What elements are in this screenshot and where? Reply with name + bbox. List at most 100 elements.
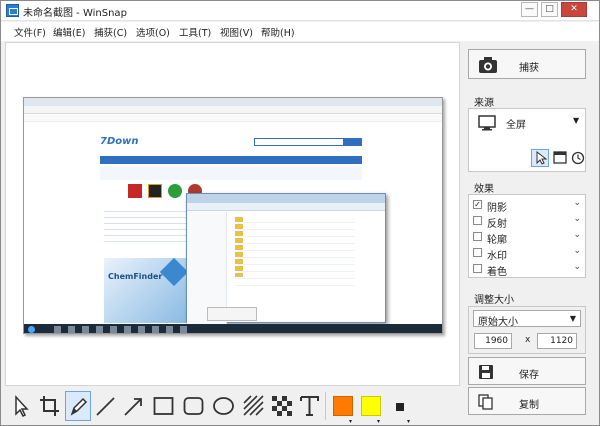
line-color-swatch[interactable]: ▾ xyxy=(359,391,385,425)
width-field[interactable]: 1960 xyxy=(474,333,512,349)
camera-icon xyxy=(479,57,497,73)
resize-title: 调整大小 xyxy=(474,295,514,306)
window-icon xyxy=(553,151,567,164)
menu-view[interactable]: 视图(V) xyxy=(220,25,253,39)
highlight-tool[interactable] xyxy=(241,391,267,421)
minimize-button[interactable]: — xyxy=(521,2,538,17)
captured-site-nav xyxy=(100,156,362,164)
captured-screenshot[interactable]: 7Down ChemFinder xyxy=(23,97,443,334)
capture-button[interactable]: 捕获 xyxy=(468,49,586,79)
mode-timer-button[interactable] xyxy=(569,149,587,167)
crop-tool[interactable] xyxy=(37,391,63,421)
captured-text-lines xyxy=(104,206,194,246)
ellipse-icon xyxy=(213,397,234,415)
text-icon xyxy=(300,396,319,416)
rounded-rectangle-tool[interactable] xyxy=(181,391,207,421)
pixelate-tool[interactable] xyxy=(269,391,295,421)
chevron-down-icon[interactable]: ⌄ xyxy=(573,214,581,224)
source-dropdown-icon[interactable]: ▼ xyxy=(573,116,579,125)
orange-swatch xyxy=(333,396,353,416)
source-box: 全屏 ▼ xyxy=(468,108,586,172)
maximize-button[interactable]: □ xyxy=(541,2,558,17)
resize-box: 原始大小 ▼ 1960 x 1120 xyxy=(468,306,586,354)
effect-shadow-label: 阴影 xyxy=(487,203,507,214)
arrow-tool[interactable] xyxy=(121,391,147,421)
drawing-toolbar: ▾ ▾ ▾ xyxy=(5,388,460,425)
select-tool[interactable] xyxy=(9,391,35,421)
capture-label: 捕获 xyxy=(519,63,539,74)
save-button[interactable]: 保存 xyxy=(468,357,586,385)
text-tool[interactable] xyxy=(297,391,323,421)
effect-watermark-checkbox[interactable] xyxy=(473,248,482,257)
arrow-pointer-icon xyxy=(15,395,29,417)
close-button[interactable]: ✕ xyxy=(561,2,587,17)
window-title: 未命名截图 - WinSnap xyxy=(23,8,127,19)
line-tool[interactable] xyxy=(93,391,119,421)
effect-watermark-label: 水印 xyxy=(487,251,507,262)
effect-reflection-checkbox[interactable] xyxy=(473,216,482,225)
chevron-down-icon[interactable]: ▼ xyxy=(570,314,576,323)
captured-search-button xyxy=(344,138,362,146)
mode-cursor-button[interactable] xyxy=(531,149,549,167)
chevron-down-icon[interactable]: ▾ xyxy=(349,418,352,425)
effect-colorize-checkbox[interactable] xyxy=(473,264,482,273)
effect-shadow-checkbox[interactable]: ✓ xyxy=(473,200,482,209)
menu-capture[interactable]: 捕获(C) xyxy=(94,25,127,39)
copy-button[interactable]: 复制 xyxy=(468,387,586,415)
captured-bookmarks-bar xyxy=(24,114,442,122)
effect-colorize[interactable]: 着色 ⌄ xyxy=(469,261,587,278)
effect-reflection-label: 反射 xyxy=(487,219,507,230)
copy-icon xyxy=(478,394,493,410)
height-field[interactable]: 1120 xyxy=(537,333,577,349)
effect-outline-checkbox[interactable] xyxy=(473,232,482,241)
toolbar-divider xyxy=(325,392,326,420)
fill-color-swatch[interactable]: ▾ xyxy=(331,391,357,425)
cursor-icon xyxy=(536,151,547,165)
capture-canvas[interactable]: 7Down ChemFinder xyxy=(5,42,460,386)
menu-options[interactable]: 选项(O) xyxy=(136,25,170,39)
pen-tool[interactable] xyxy=(65,391,91,421)
line-width-picker[interactable]: ▾ xyxy=(389,391,415,425)
menu-edit[interactable]: 编辑(E) xyxy=(53,25,85,39)
chevron-down-icon[interactable]: ▾ xyxy=(377,418,380,425)
line-width-icon xyxy=(396,403,404,411)
effects-box: ✓ 阴影 ⌄ 反射 ⌄ 轮廓 ⌄ 水印 ⌄ 着色 ⌄ xyxy=(468,194,586,278)
source-value[interactable]: 全屏 xyxy=(506,116,526,131)
menu-bar: 文件(F) 编辑(E) 捕获(C) 选项(O) 工具(T) 视图(V) 帮助(H… xyxy=(1,22,599,41)
winsnap-app-icon xyxy=(6,4,19,17)
rectangle-tool[interactable] xyxy=(151,391,177,421)
mode-window-button[interactable] xyxy=(551,149,569,167)
effect-reflection[interactable]: 反射 ⌄ xyxy=(469,213,587,230)
captured-browser-tabs xyxy=(24,98,442,106)
captured-preview-pane xyxy=(207,307,257,321)
resize-mode-select[interactable]: 原始大小 ▼ xyxy=(473,310,581,328)
times-label: x xyxy=(525,335,531,345)
effect-watermark[interactable]: 水印 ⌄ xyxy=(469,245,587,262)
rounded-rectangle-icon xyxy=(183,397,204,415)
captured-explorer-window xyxy=(186,193,386,324)
menu-file[interactable]: 文件(F) xyxy=(14,25,46,39)
checker-icon xyxy=(272,396,292,416)
captured-site-subnav xyxy=(100,166,362,180)
effect-outline[interactable]: 轮廓 ⌄ xyxy=(469,229,587,246)
menu-tools[interactable]: 工具(T) xyxy=(179,25,211,39)
captured-explorer-ribbon xyxy=(187,203,385,211)
captured-folder-icons xyxy=(235,217,243,277)
chevron-down-icon[interactable]: ⌄ xyxy=(573,246,581,256)
chevron-down-icon[interactable]: ▾ xyxy=(407,418,410,425)
source-title: 来源 xyxy=(474,98,494,109)
chevron-down-icon[interactable]: ⌄ xyxy=(573,262,581,272)
chevron-down-icon[interactable]: ⌄ xyxy=(573,198,581,208)
ellipse-tool[interactable] xyxy=(211,391,237,421)
effect-colorize-label: 着色 xyxy=(487,267,507,278)
menu-help[interactable]: 帮助(H) xyxy=(261,25,295,39)
chevron-down-icon[interactable]: ⌄ xyxy=(573,230,581,240)
copy-label: 复制 xyxy=(519,400,539,411)
effect-shadow[interactable]: ✓ 阴影 ⌄ xyxy=(469,197,587,214)
side-panel: 捕获 来源 全屏 ▼ 效果 ✓ 阴影 ⌄ 反射 ⌄ 轮廓 ⌄ 水印 ⌄ 着色 ⌄… xyxy=(461,42,599,422)
captured-taskbar xyxy=(24,324,442,333)
title-bar: 未命名截图 - WinSnap — □ ✕ xyxy=(1,1,599,21)
captured-product-name: ChemFinder xyxy=(108,272,163,281)
captured-address-bar xyxy=(24,106,442,114)
line-icon xyxy=(96,397,115,416)
